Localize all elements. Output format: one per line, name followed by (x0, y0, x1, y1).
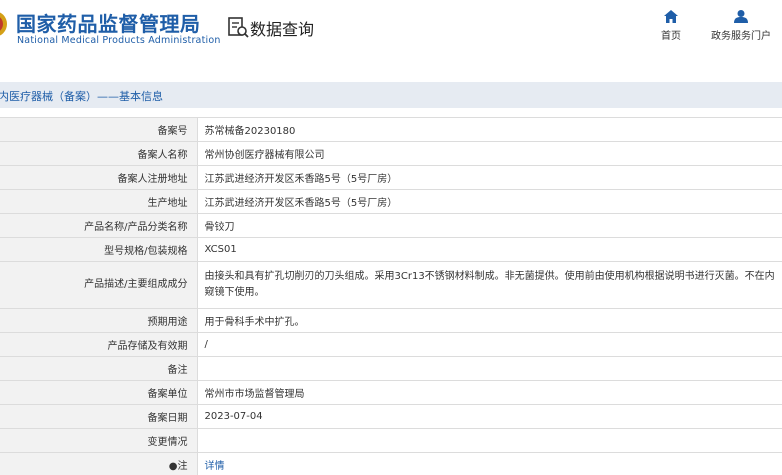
field-value (197, 356, 782, 381)
table-row: 产品描述/主要组成成分 由接头和具有扩孔切削刃的刀头组成。采用3Cr13不锈钢材… (0, 261, 782, 309)
table-row: 生产地址 江苏武进经济开发区禾香路5号（5号厂房） (0, 189, 782, 214)
field-label: 备案单位 (0, 380, 198, 405)
field-value: / (197, 332, 782, 357)
table-row: 预期用途 用于骨科手术中扩孔。 (0, 308, 782, 333)
field-label: 变更情况 (0, 428, 198, 453)
field-value: 2023-07-04 (197, 404, 782, 429)
field-label: 备案人名称 (0, 141, 198, 166)
field-value (197, 428, 782, 453)
field-label: 备案人注册地址 (0, 165, 198, 190)
nav-home[interactable]: 首页 (656, 10, 686, 42)
field-label: 生产地址 (0, 189, 198, 214)
note-value-cell: 详情 (197, 452, 782, 475)
field-value: 江苏武进经济开发区禾香路5号（5号厂房） (197, 165, 782, 190)
nav-service-portal-label[interactable]: 政务服务门户 (711, 31, 771, 42)
note-bullet: ● (168, 461, 178, 472)
home-icon (664, 10, 678, 23)
field-value: 常州协创医疗器械有限公司 (197, 141, 782, 166)
emblem-icon (0, 12, 7, 36)
site-header: 国家药品监督管理局 National Medical Products Admi… (0, 0, 782, 64)
user-icon (734, 10, 748, 23)
nav-home-label[interactable]: 首页 (661, 31, 681, 42)
field-label: 备注 (0, 356, 198, 381)
nav-service-portal[interactable]: 政务服务门户 (708, 10, 774, 42)
field-value: 骨铰刀 (197, 213, 782, 238)
note-label-cell: ●注 (0, 452, 198, 475)
field-label: 产品描述/主要组成成分 (0, 261, 198, 309)
field-value: 江苏武进经济开发区禾香路5号（5号厂房） (197, 189, 782, 214)
field-value: 由接头和具有扩孔切削刃的刀头组成。采用3Cr13不锈钢材料制成。非无菌提供。使用… (197, 261, 782, 309)
data-query-icon (228, 17, 249, 38)
org-name-en[interactable]: National Medical Products Administration (17, 35, 221, 46)
table-row: 备案日期 2023-07-04 (0, 404, 782, 429)
table-row: 备案人名称 常州协创医疗器械有限公司 (0, 141, 782, 166)
field-value: 用于骨科手术中扩孔。 (197, 308, 782, 333)
field-label: 备案号 (0, 117, 198, 142)
table-row: 产品存储及有效期 / (0, 332, 782, 357)
field-label: 备案日期 (0, 404, 198, 429)
table-row: 备案号 苏常械备20230180 (0, 117, 782, 142)
query-title: 数据查询 (250, 20, 315, 39)
field-value: 苏常械备20230180 (197, 117, 782, 142)
field-label: 型号规格/包装规格 (0, 237, 198, 262)
table-row: 型号规格/包装规格 XCS01 (0, 237, 782, 262)
table-row: 备案单位 常州市市场监督管理局 (0, 380, 782, 405)
table-row: 产品名称/产品分类名称 骨铰刀 (0, 213, 782, 238)
org-name-cn[interactable]: 国家药品监督管理局 (16, 8, 201, 37)
table-row: 变更情况 (0, 428, 782, 453)
field-value: XCS01 (197, 237, 782, 262)
note-label: 注 (177, 461, 188, 472)
field-label: 预期用途 (0, 308, 198, 333)
field-label: 产品存储及有效期 (0, 332, 198, 357)
note-row: ●注 详情 (0, 452, 782, 475)
section-title: 内医疗器械（备案）——基本信息 (0, 90, 163, 103)
table-row: 备案人注册地址 江苏武进经济开发区禾香路5号（5号厂房） (0, 165, 782, 190)
field-label: 产品名称/产品分类名称 (0, 213, 198, 238)
field-value: 常州市市场监督管理局 (197, 380, 782, 405)
section-title-bar: 内医疗器械（备案）——基本信息 (0, 82, 782, 108)
details-link[interactable]: 详情 (205, 461, 225, 472)
table-row: 备注 (0, 356, 782, 381)
info-table: 备案号 苏常械备20230180 备案人名称 常州协创医疗器械有限公司 备案人注… (0, 117, 782, 475)
